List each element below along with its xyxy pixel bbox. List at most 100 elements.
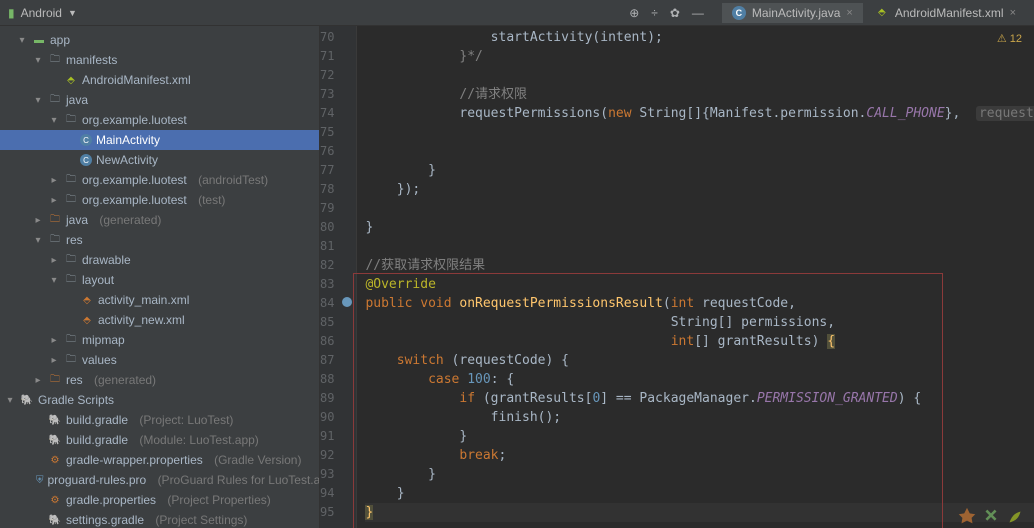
close-icon[interactable]: × bbox=[1010, 7, 1016, 19]
tree-manifest-file[interactable]: ⬘AndroidManifest.xml bbox=[0, 70, 319, 90]
tree-new-activity[interactable]: CNewActivity bbox=[0, 150, 319, 170]
code-line[interactable] bbox=[365, 199, 1034, 218]
code-line[interactable]: } bbox=[365, 503, 1034, 522]
code-line[interactable]: finish(); bbox=[365, 408, 1034, 427]
code-line[interactable] bbox=[365, 237, 1034, 256]
code-line[interactable]: //获取请求权限结果 bbox=[365, 256, 1034, 275]
tree-build-gradle-project[interactable]: 🐘build.gradle (Project: LuoTest) bbox=[0, 410, 319, 430]
tree-activity-new-xml[interactable]: ⬘activity_new.xml bbox=[0, 310, 319, 330]
tree-res[interactable]: 🗀res bbox=[0, 230, 319, 250]
tab-main-activity[interactable]: C MainActivity.java × bbox=[722, 3, 863, 23]
line-number[interactable]: 73 bbox=[320, 85, 356, 104]
line-number[interactable]: 95 bbox=[320, 503, 356, 522]
settings-icon[interactable]: ✿ bbox=[670, 6, 680, 20]
folder-icon: 🗀 bbox=[64, 273, 78, 287]
divide-icon[interactable]: ÷ bbox=[651, 6, 658, 20]
tree-mipmap[interactable]: 🗀mipmap bbox=[0, 330, 319, 350]
target-icon[interactable]: ⊕ bbox=[629, 6, 639, 20]
gutter[interactable]: 7071727374757677787980818283848586878889… bbox=[320, 26, 357, 528]
line-number[interactable]: 74 bbox=[320, 104, 356, 123]
minimize-icon[interactable]: — bbox=[692, 6, 704, 20]
line-number[interactable]: 75 bbox=[320, 123, 356, 142]
tree-main-activity[interactable]: CMainActivity bbox=[0, 130, 319, 150]
code-line[interactable]: } bbox=[365, 484, 1034, 503]
tree-settings-gradle[interactable]: 🐘settings.gradle (Project Settings) bbox=[0, 510, 319, 528]
tree-java[interactable]: 🗀java bbox=[0, 90, 319, 110]
override-gutter-icon[interactable] bbox=[342, 297, 352, 307]
code-area[interactable]: startActivity(intent); }*/ //请求权限 reques… bbox=[357, 26, 1034, 528]
code-line[interactable]: }); bbox=[365, 180, 1034, 199]
code-line[interactable] bbox=[365, 66, 1034, 85]
chevron-down-icon: ▼ bbox=[68, 8, 77, 18]
code-line[interactable]: } bbox=[365, 465, 1034, 484]
line-number[interactable]: 90 bbox=[320, 408, 356, 427]
class-icon: C bbox=[80, 154, 92, 166]
line-number[interactable]: 87 bbox=[320, 351, 356, 370]
line-number[interactable]: 85 bbox=[320, 313, 356, 332]
close-icon[interactable]: × bbox=[846, 7, 852, 19]
code-line[interactable] bbox=[365, 142, 1034, 161]
line-number[interactable]: 91 bbox=[320, 427, 356, 446]
line-number[interactable]: 71 bbox=[320, 47, 356, 66]
line-number[interactable]: 86 bbox=[320, 332, 356, 351]
line-number[interactable]: 92 bbox=[320, 446, 356, 465]
tab-android-manifest[interactable]: ⬘ AndroidManifest.xml × bbox=[865, 3, 1026, 23]
tree-proguard[interactable]: ⛨proguard-rules.pro (ProGuard Rules for … bbox=[0, 470, 319, 490]
decorative-icons bbox=[956, 506, 1026, 528]
tree-activity-main-xml[interactable]: ⬘activity_main.xml bbox=[0, 290, 319, 310]
code-line[interactable] bbox=[365, 123, 1034, 142]
tree-res-gen[interactable]: 🗀res (generated) bbox=[0, 370, 319, 390]
tree-pkg-androidtest[interactable]: 🗀org.example.luotest (androidTest) bbox=[0, 170, 319, 190]
code-line[interactable]: } bbox=[365, 161, 1034, 180]
code-line[interactable]: } bbox=[365, 218, 1034, 237]
gradle-icon: 🐘 bbox=[20, 393, 34, 407]
android-icon: ▮ bbox=[8, 6, 15, 20]
code-line[interactable]: break; bbox=[365, 446, 1034, 465]
line-number[interactable]: 82 bbox=[320, 256, 356, 275]
line-number[interactable]: 79 bbox=[320, 199, 356, 218]
tree-values[interactable]: 🗀values bbox=[0, 350, 319, 370]
tree-pkg-test[interactable]: 🗀org.example.luotest (test) bbox=[0, 190, 319, 210]
tree-manifests[interactable]: 🗀manifests bbox=[0, 50, 319, 70]
line-number[interactable]: 76 bbox=[320, 142, 356, 161]
code-line[interactable]: //请求权限 bbox=[365, 85, 1034, 104]
code-line[interactable]: startActivity(intent); bbox=[365, 28, 1034, 47]
tree-app[interactable]: ▬app bbox=[0, 30, 319, 50]
code-line[interactable]: } bbox=[365, 427, 1034, 446]
warning-badge[interactable]: ⚠ 12 bbox=[997, 32, 1022, 45]
line-number[interactable]: 72 bbox=[320, 66, 356, 85]
line-number[interactable]: 89 bbox=[320, 389, 356, 408]
line-number[interactable]: 77 bbox=[320, 161, 356, 180]
tree-gradle-props[interactable]: ⚙gradle.properties (Project Properties) bbox=[0, 490, 319, 510]
props-file-icon: ⚙ bbox=[48, 493, 62, 507]
line-number[interactable]: 70 bbox=[320, 28, 356, 47]
line-number[interactable]: 80 bbox=[320, 218, 356, 237]
code-line[interactable]: public void onRequestPermissionsResult(i… bbox=[365, 294, 1034, 313]
line-number[interactable]: 81 bbox=[320, 237, 356, 256]
line-number[interactable]: 88 bbox=[320, 370, 356, 389]
view-label: Android bbox=[21, 6, 62, 20]
code-line[interactable]: if (grantResults[0] == PackageManager.PE… bbox=[365, 389, 1034, 408]
code-editor[interactable]: 7071727374757677787980818283848586878889… bbox=[320, 26, 1034, 528]
line-number[interactable]: 84 bbox=[320, 294, 356, 313]
line-number[interactable]: 78 bbox=[320, 180, 356, 199]
tree-gradle-scripts[interactable]: 🐘Gradle Scripts bbox=[0, 390, 319, 410]
tree-pkg-main[interactable]: 🗀org.example.luotest bbox=[0, 110, 319, 130]
line-number[interactable]: 93 bbox=[320, 465, 356, 484]
code-line[interactable]: requestPermissions(new String[]{Manifest… bbox=[365, 104, 1034, 123]
line-number[interactable]: 83 bbox=[320, 275, 356, 294]
code-line[interactable]: }*/ bbox=[365, 47, 1034, 66]
tree-layout[interactable]: 🗀layout bbox=[0, 270, 319, 290]
tree-java-gen[interactable]: 🗀java (generated) bbox=[0, 210, 319, 230]
tree-build-gradle-module[interactable]: 🐘build.gradle (Module: LuoTest.app) bbox=[0, 430, 319, 450]
code-line[interactable]: switch (requestCode) { bbox=[365, 351, 1034, 370]
code-line[interactable]: case 100: { bbox=[365, 370, 1034, 389]
project-view-selector[interactable]: ▮ Android ▼ bbox=[8, 6, 77, 20]
tree-gradle-wrapper[interactable]: ⚙gradle-wrapper.properties (Gradle Versi… bbox=[0, 450, 319, 470]
code-line[interactable]: String[] permissions, bbox=[365, 313, 1034, 332]
tree-drawable[interactable]: 🗀drawable bbox=[0, 250, 319, 270]
project-tree[interactable]: ▬app 🗀manifests ⬘AndroidManifest.xml 🗀ja… bbox=[0, 26, 320, 528]
line-number[interactable]: 94 bbox=[320, 484, 356, 503]
code-line[interactable]: @Override bbox=[365, 275, 1034, 294]
code-line[interactable]: int[] grantResults) { bbox=[365, 332, 1034, 351]
